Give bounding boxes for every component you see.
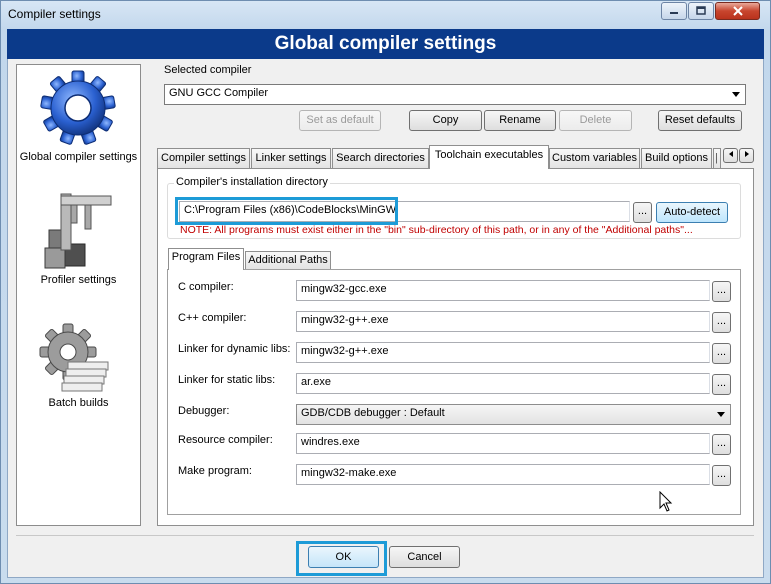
compiler-select[interactable]: GNU GCC Compiler [164, 84, 746, 105]
compiler-select-value: GNU GCC Compiler [169, 87, 269, 99]
tab-other[interactable]: | [713, 148, 721, 168]
make-program-label: Make program: [178, 465, 252, 477]
window-title: Compiler settings [8, 7, 101, 21]
cpp-compiler-label: C++ compiler: [178, 312, 247, 324]
tab-scroll-left-button[interactable] [723, 148, 738, 163]
sidebar-item-label: Global compiler settings [19, 151, 138, 163]
static-linker-browse-button[interactable]: ... [712, 374, 731, 395]
make-program-browse-button[interactable]: ... [712, 465, 731, 486]
sidebar-item-profiler[interactable]: Profiler settings [16, 182, 141, 292]
tab-linker-settings[interactable]: Linker settings [251, 148, 331, 168]
close-button[interactable] [715, 2, 760, 20]
footer-divider [16, 535, 754, 536]
cancel-button[interactable]: Cancel [389, 546, 460, 568]
sidebar-item-label: Batch builds [48, 397, 109, 409]
tab-scroll-right-button[interactable] [739, 148, 754, 163]
static-linker-field[interactable]: ar.exe [296, 373, 710, 394]
maximize-button[interactable] [688, 2, 714, 20]
mouse-cursor-icon [659, 491, 673, 512]
minimize-icon [670, 12, 678, 14]
install-dir-highlight [175, 197, 398, 225]
install-note: NOTE: All programs must exist either in … [180, 224, 693, 236]
cpp-compiler-browse-button[interactable]: ... [712, 312, 731, 333]
chevron-right-icon [744, 151, 749, 157]
ok-button[interactable]: OK [308, 546, 379, 568]
rename-button[interactable]: Rename [484, 110, 556, 131]
reset-defaults-button[interactable]: Reset defaults [658, 110, 742, 131]
caliper-icon [44, 193, 112, 269]
tab-compiler-settings[interactable]: Compiler settings [157, 148, 250, 168]
sidebar-item-global-compiler[interactable]: Global compiler settings [16, 64, 141, 169]
close-icon [732, 6, 743, 16]
tab-toolchain-executables[interactable]: Toolchain executables [429, 145, 549, 169]
chevron-down-icon [732, 92, 740, 97]
tab-search-directories[interactable]: Search directories [332, 148, 429, 168]
c-compiler-browse-button[interactable]: ... [712, 281, 731, 302]
resource-compiler-browse-button[interactable]: ... [712, 434, 731, 455]
dynamic-linker-browse-button[interactable]: ... [712, 343, 731, 364]
minimize-button[interactable] [661, 2, 687, 20]
auto-detect-button[interactable]: Auto-detect [656, 202, 728, 223]
resource-compiler-field[interactable]: windres.exe [296, 433, 710, 454]
make-program-field[interactable]: mingw32-make.exe [296, 464, 710, 485]
install-dir-label: Compiler's installation directory [174, 176, 330, 188]
install-dir-browse-button[interactable]: ... [633, 202, 652, 223]
sidebar-item-batch-builds[interactable]: Batch builds [16, 318, 141, 418]
c-compiler-label: C compiler: [178, 281, 234, 293]
debugger-label: Debugger: [178, 405, 230, 417]
static-linker-label: Linker for static libs: [178, 374, 276, 386]
cpp-compiler-field[interactable]: mingw32-g++.exe [296, 311, 710, 332]
tab-build-options[interactable]: Build options [641, 148, 712, 168]
set-as-default-button[interactable]: Set as default [299, 110, 381, 131]
subtab-additional-paths[interactable]: Additional Paths [245, 251, 331, 269]
delete-button[interactable]: Delete [559, 110, 632, 131]
copy-button[interactable]: Copy [409, 110, 482, 131]
tab-custom-variables[interactable]: Custom variables [549, 148, 640, 168]
chevron-left-icon [728, 151, 733, 157]
selected-compiler-label: Selected compiler [164, 64, 252, 76]
gear-icon [40, 70, 116, 145]
c-compiler-field[interactable]: mingw32-gcc.exe [296, 280, 710, 301]
resource-compiler-label: Resource compiler: [178, 434, 273, 446]
page-title: Global compiler settings [7, 29, 764, 59]
dynamic-linker-label: Linker for dynamic libs: [178, 343, 291, 355]
batch-gear-icon [39, 323, 109, 392]
debugger-select-value: GDB/CDB debugger : Default [301, 407, 445, 419]
chevron-down-icon [717, 412, 725, 417]
dynamic-linker-field[interactable]: mingw32-g++.exe [296, 342, 710, 363]
debugger-select[interactable]: GDB/CDB debugger : Default [296, 404, 731, 425]
subtab-program-files[interactable]: Program Files [168, 248, 244, 270]
maximize-icon [696, 6, 706, 15]
sidebar-item-label: Profiler settings [40, 274, 117, 286]
